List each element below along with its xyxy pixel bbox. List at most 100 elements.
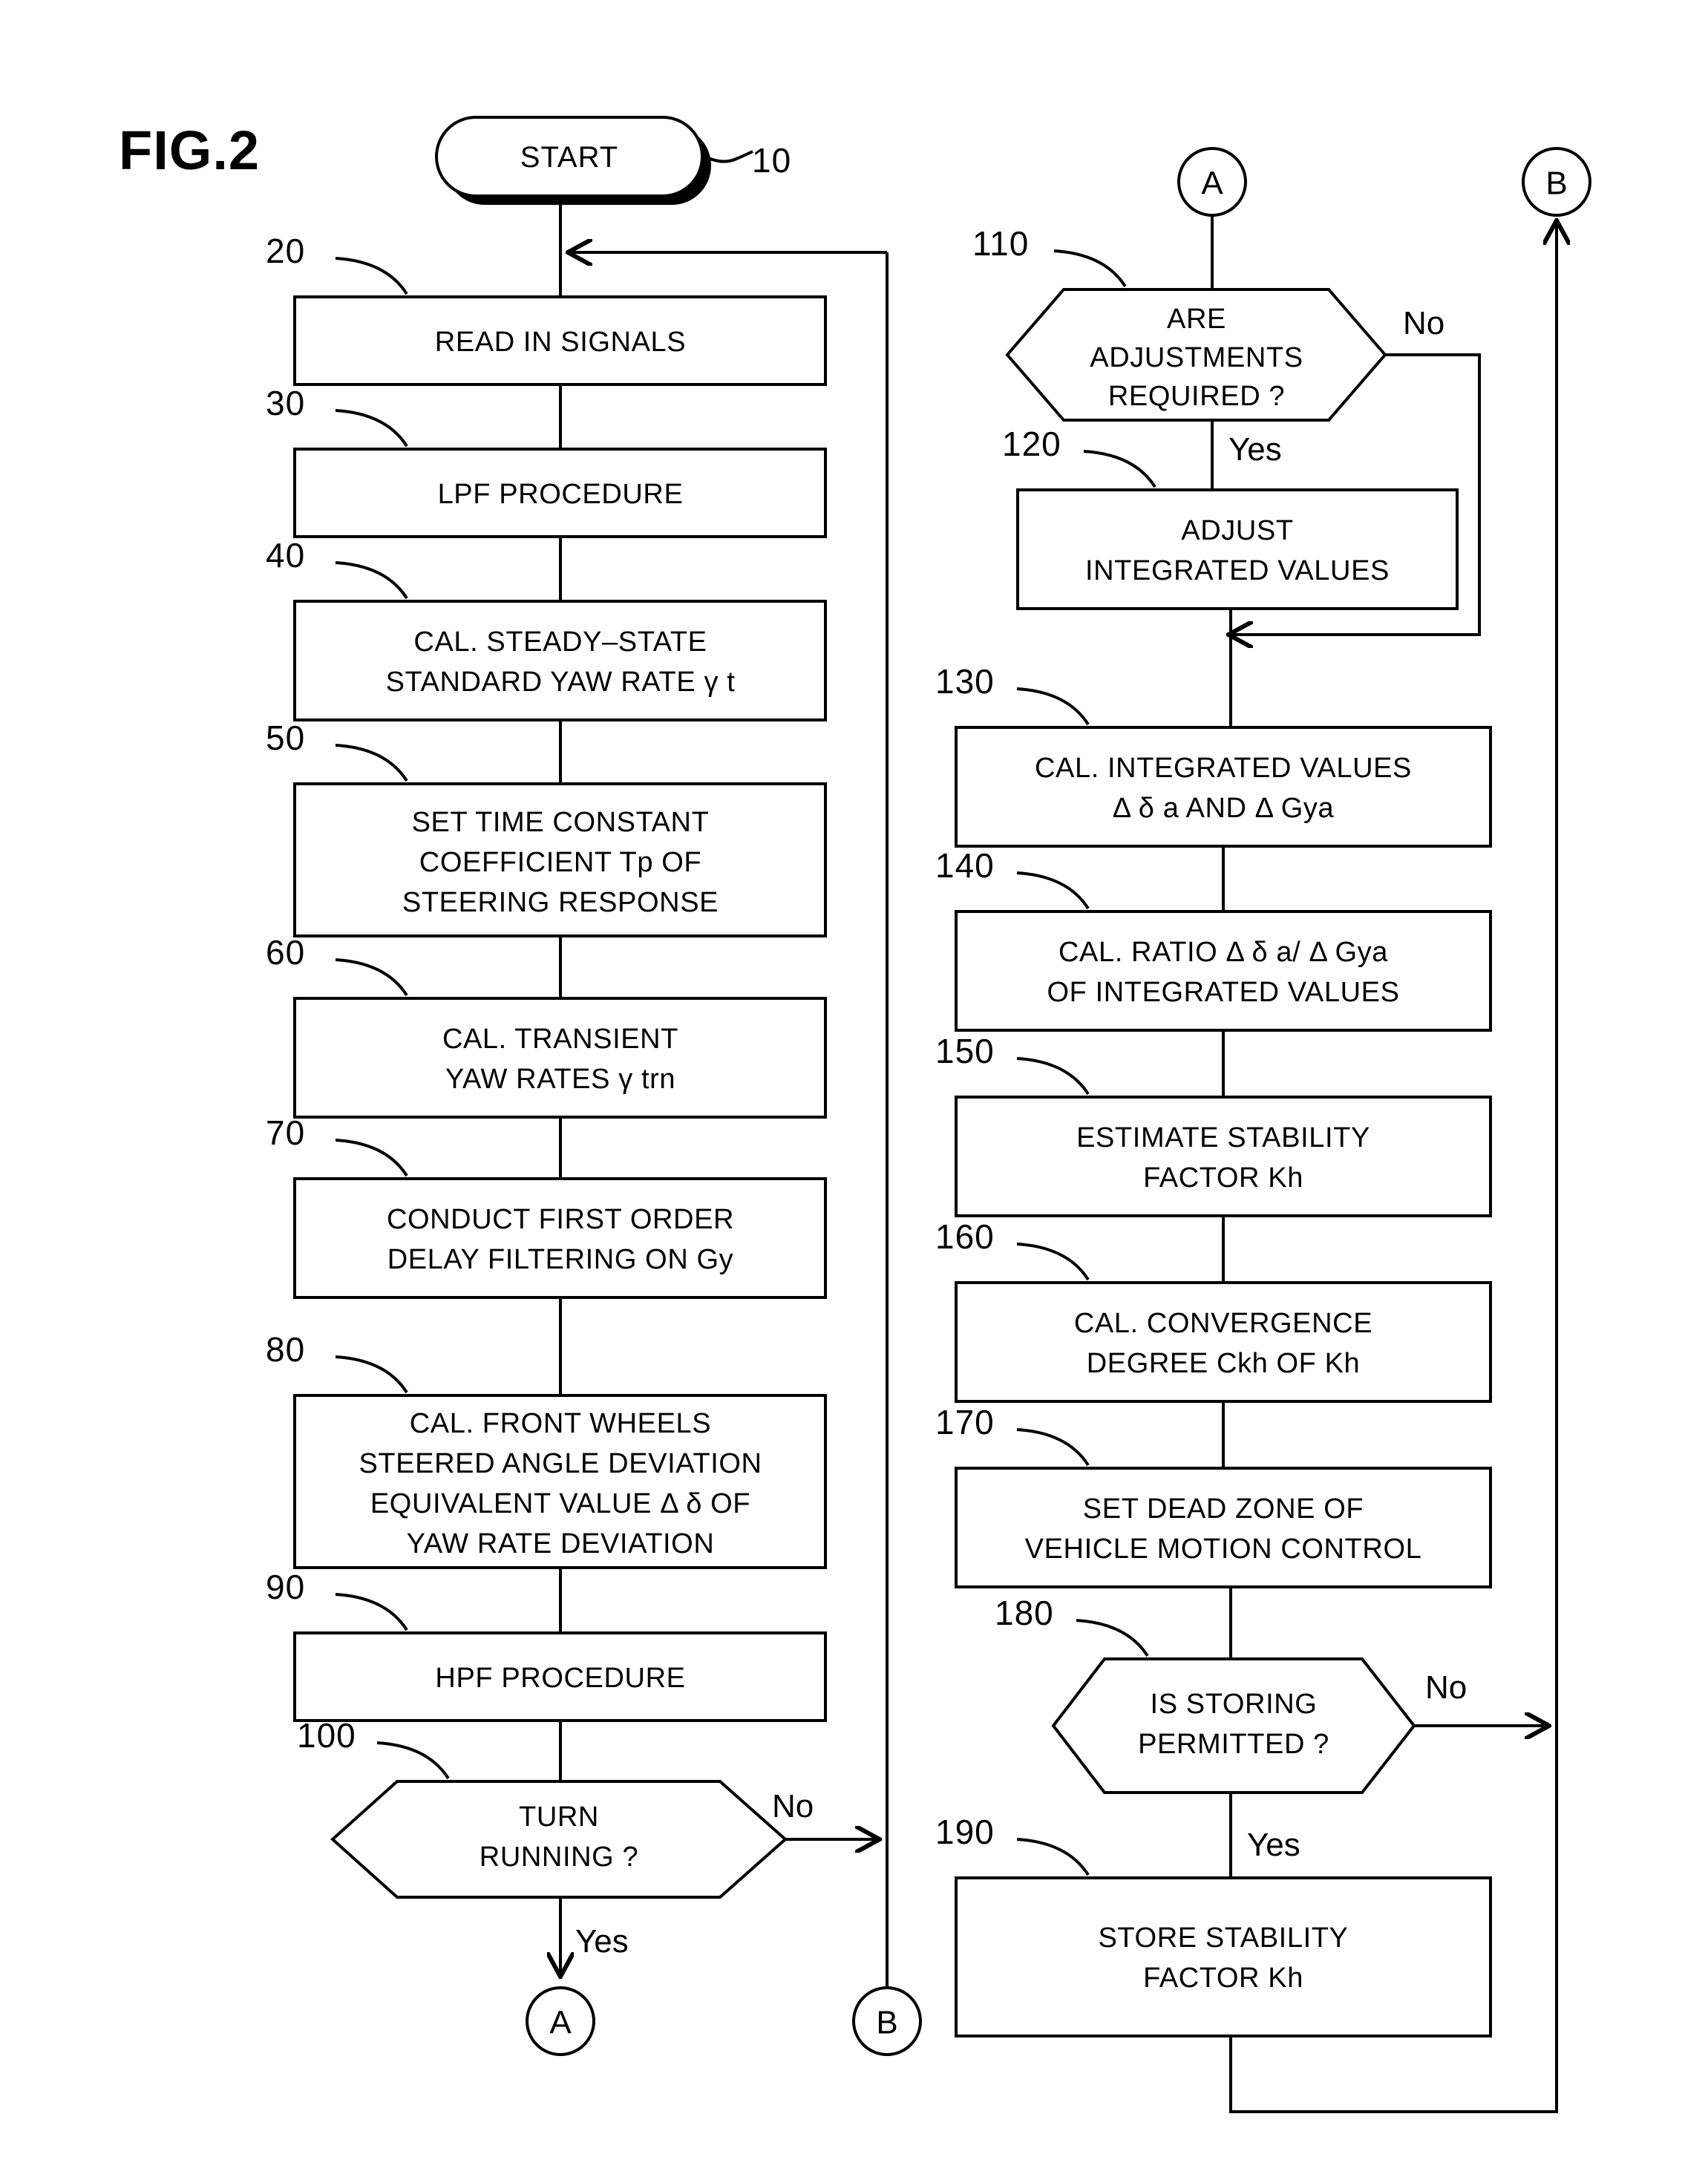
edge-190-to-b [1229, 2036, 1558, 2113]
process-box-170-line-2: VEHICLE MOTION CONTROL [1025, 1533, 1422, 1565]
process-box-160 [955, 1281, 1492, 1403]
figure-page: FIG.2 START 10 READ IN SIGNALS 20 LPF PR… [0, 0, 1708, 2180]
branch-label-110-yes: Yes [1228, 431, 1282, 468]
process-box-90-line-1: HPF PROCEDURE [435, 1663, 685, 1694]
connector-b-top-label: B [1545, 166, 1567, 202]
branch-label-180-yes: Yes [1247, 1827, 1300, 1863]
ref-leader-20 [335, 257, 408, 295]
ref-number-140: 140 [935, 846, 995, 885]
ref-number-50: 50 [266, 719, 305, 757]
branch-label-110-no: No [1403, 305, 1444, 341]
process-box-140 [955, 910, 1492, 1032]
ref-leader-80 [335, 1355, 408, 1394]
process-box-130-line-2: Δ δ a AND Δ Gya [1113, 793, 1335, 824]
ref-leader-170 [1016, 1428, 1090, 1467]
process-box-150-line-2: FACTOR Kh [1143, 1162, 1303, 1194]
process-box-60-line-1: CAL. TRANSIENT [442, 1024, 678, 1055]
process-box-80-line-3: EQUIVALENT VALUE Δ δ OF [370, 1488, 750, 1519]
ref-leader-180 [1076, 1619, 1149, 1657]
ref-number-190: 190 [935, 1813, 995, 1851]
process-box-170-line-1: SET DEAD ZONE OF [1083, 1493, 1364, 1525]
ref-number-170: 170 [935, 1403, 995, 1441]
process-box-30-line-1: LPF PROCEDURE [438, 479, 684, 510]
process-box-40-line-1: CAL. STEADY–STATE [413, 626, 707, 658]
ref-leader-90 [335, 1593, 408, 1631]
ref-leader-110 [1053, 249, 1127, 288]
process-box-140-line-1: CAL. RATIO Δ δ a/ Δ Gya [1058, 937, 1388, 968]
process-box-60 [293, 997, 827, 1119]
ref-number-90: 90 [266, 1568, 305, 1606]
ref-leader-50 [335, 744, 408, 782]
ref-leader-70 [335, 1139, 408, 1177]
decision-box-180-line-2: PERMITTED ? [1138, 1729, 1329, 1760]
process-box-150-line-1: ESTIMATE STABILITY [1076, 1122, 1370, 1153]
ref-leader-130 [1016, 687, 1090, 726]
process-box-190 [955, 1876, 1492, 2037]
process-box-120-line-2: INTEGRATED VALUES [1085, 555, 1390, 586]
connector-a-top-label: A [1201, 166, 1223, 202]
branch-label-100-no: No [772, 1788, 814, 1824]
ref-leader-10 [706, 150, 753, 163]
ref-number-80: 80 [266, 1330, 305, 1369]
process-box-40 [293, 600, 827, 721]
ref-leader-120 [1083, 450, 1156, 488]
process-box-160-line-1: CAL. CONVERGENCE [1074, 1308, 1372, 1339]
ref-leader-40 [335, 561, 408, 600]
decision-box-100-line-1: TURN [519, 1801, 599, 1833]
ref-leader-150 [1016, 1057, 1090, 1096]
process-box-150 [955, 1096, 1492, 1217]
connector-a-bottom-label: A [549, 2005, 572, 2041]
ref-number-30: 30 [266, 384, 305, 422]
process-box-40-line-2: STANDARD YAW RATE γ t [386, 667, 736, 698]
ref-number-180: 180 [995, 1594, 1054, 1632]
decision-box-180 [1051, 1657, 1416, 1794]
process-box-190-line-1: STORE STABILITY [1098, 1922, 1348, 1954]
process-box-120-line-1: ADJUST [1181, 515, 1293, 546]
flowchart-canvas: FIG.2 START 10 READ IN SIGNALS 20 LPF PR… [119, 116, 1591, 2113]
ref-number-150: 150 [935, 1032, 995, 1070]
ref-number-60: 60 [266, 933, 305, 972]
ref-number-100: 100 [297, 1716, 356, 1755]
decision-box-100-line-2: RUNNING ? [480, 1842, 638, 1873]
ref-leader-60 [335, 958, 408, 997]
process-box-130 [955, 726, 1492, 848]
process-box-70-line-2: DELAY FILTERING ON Gy [387, 1244, 734, 1275]
decision-box-180-line-1: IS STORING [1151, 1689, 1318, 1720]
start-label: START [520, 141, 618, 174]
process-box-50-line-3: STEERING RESPONSE [402, 887, 719, 918]
ref-leader-160 [1016, 1243, 1090, 1281]
figure-label: FIG.2 [119, 120, 260, 181]
ref-number-130: 130 [935, 662, 995, 701]
process-box-20-line-1: READ IN SIGNALS [435, 327, 686, 358]
process-box-140-line-2: OF INTEGRATED VALUES [1047, 977, 1399, 1008]
process-box-50-line-2: COEFFICIENT Tp OF [419, 847, 701, 878]
process-box-70-line-1: CONDUCT FIRST ORDER [387, 1204, 734, 1235]
decision-box-100 [330, 1780, 788, 1899]
ref-leader-30 [335, 409, 408, 448]
process-box-60-line-2: YAW RATES γ trn [445, 1064, 675, 1095]
ref-number-70: 70 [266, 1113, 305, 1152]
ref-leader-140 [1016, 871, 1090, 910]
process-box-80-line-1: CAL. FRONT WHEELS [410, 1408, 711, 1439]
process-box-160-line-2: DEGREE Ckh OF Kh [1087, 1348, 1361, 1379]
ref-leader-190 [1016, 1838, 1090, 1876]
branch-label-180-no: No [1425, 1669, 1467, 1706]
process-box-190-line-2: FACTOR Kh [1143, 1963, 1303, 1994]
connector-b-bottom-label: B [876, 2005, 897, 2041]
process-box-80-line-4: YAW RATE DEVIATION [407, 1528, 715, 1559]
decision-box-110-line-2: ADJUSTMENTS [1090, 342, 1303, 373]
process-box-50-line-1: SET TIME CONSTANT [412, 807, 710, 838]
decision-box-110-line-3: REQUIRED ? [1108, 381, 1285, 412]
process-box-120 [1016, 488, 1459, 610]
ref-leader-100 [376, 1741, 450, 1780]
branch-label-100-yes: Yes [575, 1923, 629, 1960]
ref-number-10: 10 [752, 141, 791, 180]
process-box-80-line-2: STEERED ANGLE DEVIATION [359, 1448, 762, 1479]
ref-number-40: 40 [266, 536, 305, 575]
ref-number-110: 110 [972, 224, 1029, 263]
ref-number-160: 160 [935, 1217, 995, 1256]
process-box-130-line-1: CAL. INTEGRATED VALUES [1035, 753, 1412, 784]
ref-number-120: 120 [1002, 425, 1061, 463]
ref-number-20: 20 [266, 232, 305, 270]
process-box-70 [293, 1177, 827, 1299]
